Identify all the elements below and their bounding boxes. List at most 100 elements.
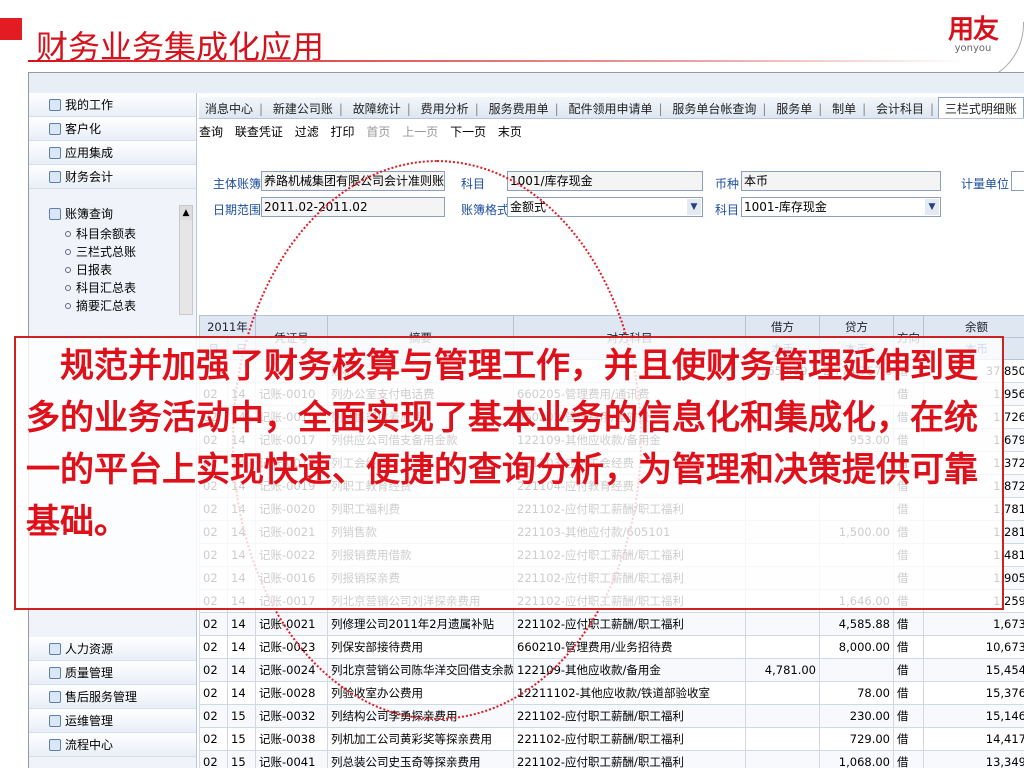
last-page-button[interactable]: 末页 (498, 121, 522, 143)
nav-item-hr[interactable]: 人力资源 (29, 637, 196, 661)
table-row[interactable]: 02 15 记账-0038 列机加工公司黄彩奖等探亲费用 221102-应付职工薪酬/职… (199, 727, 1024, 751)
unit-field[interactable] (1011, 171, 1024, 191)
tree-item-label: 三栏式总账 (76, 245, 137, 259)
cell-counter-account: 221102-应付职工薪酬/职工福利 (513, 727, 746, 751)
prev-page-button[interactable]: 上一页 (402, 121, 438, 143)
cell-debit (745, 612, 820, 636)
title-marker (0, 18, 22, 40)
nav-item-after-sales[interactable]: 售后服务管理 (29, 685, 196, 709)
callout-text: 规范并加强了财务核算与管理工作，并且使财务管理延伸到更多的业务活动中，全面实现了… (26, 346, 978, 542)
credit-header[interactable]: 贷方 (819, 315, 894, 338)
cell-voucher: 记账-0028 (255, 681, 328, 705)
tab-cost-analysis[interactable]: 费用分析 (415, 98, 475, 118)
tree-item-daily-report[interactable]: 日报表 (29, 261, 179, 279)
cell-direction: 借 (893, 635, 924, 659)
cell-debit (745, 750, 820, 768)
cell-debit: 4,781.00 (745, 658, 820, 682)
tab-fault-stats[interactable]: 故障统计 (347, 98, 407, 118)
tree-bullet-icon (65, 249, 71, 255)
cell-debit (745, 704, 820, 728)
folder-icon (49, 667, 61, 679)
cell-month: 02 (199, 635, 228, 659)
view-voucher-button[interactable]: 联查凭证 (235, 121, 283, 143)
nav-item-app-integration[interactable]: 应用集成 (29, 141, 196, 165)
table-row[interactable]: 02 14 记账-0028 列验收室办公费用 12211102-其他应收款/铁道部验收室… (199, 681, 1024, 705)
query-button[interactable]: 查询 (199, 121, 223, 143)
cell-credit: 729.00 (819, 727, 894, 751)
currency-field[interactable]: 本币 (741, 171, 941, 191)
scroll-up-icon[interactable]: ▲ (180, 206, 192, 220)
table-row[interactable]: 02 15 记账-0041 列总装公司史玉奇等探亲费用 221102-应付职工薪酬/职工… (199, 750, 1024, 768)
tree-bullet-icon (65, 285, 71, 291)
nav-scrollbar[interactable]: ▲ (179, 205, 193, 315)
tab-voucher-entry[interactable]: 制单 (826, 98, 862, 118)
cell-month: 02 (199, 681, 228, 705)
debit-header[interactable]: 借方 (745, 315, 820, 338)
cell-day: 15 (227, 704, 256, 728)
cell-credit: 1,068.00 (819, 750, 894, 768)
print-button[interactable]: 打印 (331, 121, 355, 143)
cell-balance: 14,417 (923, 727, 1024, 751)
nav-item-label: 售后服务管理 (65, 690, 138, 704)
tab-service-order[interactable]: 服务单 (770, 98, 818, 118)
tree-item-ledger-query[interactable]: 账簿查询 (29, 205, 179, 223)
cell-day: 14 (227, 658, 256, 682)
nav-item-label: 流程中心 (65, 738, 114, 752)
nav-item-customization[interactable]: 客户化 (29, 117, 196, 141)
cell-credit: 230.00 (819, 704, 894, 728)
subject2-select[interactable]: 1001-库存现金 ▼ (741, 197, 941, 217)
tree-item-label: 科目汇总表 (76, 281, 137, 295)
cell-debit (745, 635, 820, 659)
cell-direction: 借 (893, 750, 924, 768)
subject-field[interactable]: 1001/库存现金 (507, 171, 703, 191)
nav-item-operations[interactable]: 运维管理 (29, 709, 196, 733)
tree-bullet-icon (65, 267, 71, 273)
currency-label: 币种 (715, 177, 740, 191)
nav-item-label: 质量管理 (65, 666, 114, 680)
nav-item-quality[interactable]: 质量管理 (29, 661, 196, 685)
cell-direction: 借 (893, 681, 924, 705)
tab-accounting-subject[interactable]: 会计科目 (870, 98, 930, 118)
cell-month: 02 (199, 612, 228, 636)
tree-item-balance-sheet[interactable]: 科目余额表 (29, 225, 179, 243)
cell-day: 15 (227, 750, 256, 768)
cell-counter-account: 12211102-其他应收款/铁道部验收室 (513, 681, 746, 705)
tree-bullet-icon (65, 303, 71, 309)
nav-item-finance[interactable]: 财务会计 (29, 165, 196, 189)
cell-summary: 列总装公司史玉奇等探亲费用 (327, 750, 514, 768)
nav-item-label: 我的工作 (65, 98, 114, 112)
nav-item-my-work[interactable]: 我的工作 (29, 93, 196, 117)
cell-direction: 借 (893, 704, 924, 728)
cell-month: 02 (199, 658, 228, 682)
tab-three-column-detail[interactable]: 三栏式明细账 (937, 97, 1024, 118)
tab-message-center[interactable]: 消息中心 (199, 98, 259, 118)
cell-direction: 借 (893, 727, 924, 751)
cell-day: 14 (227, 681, 256, 705)
nav-item-process-center[interactable]: 流程中心 (29, 733, 196, 757)
cell-counter-account: 221102-应付职工薪酬/职工福利 (513, 750, 746, 768)
cell-counter-account: 221102-应付职工薪酬/职工福利 (513, 704, 746, 728)
tree-item-three-column-ledger[interactable]: 三栏式总账 (29, 243, 179, 261)
tree-item-abstract-summary[interactable]: 摘要汇总表 (29, 297, 179, 315)
next-page-button[interactable]: 下一页 (450, 121, 486, 143)
tab-service-ledger-query[interactable]: 服务单台帐查询 (666, 98, 762, 118)
cell-credit: 78.00 (819, 681, 894, 705)
tab-new-company-ledger[interactable]: 新建公司账 (267, 98, 339, 118)
folder-icon (49, 123, 61, 135)
first-page-button[interactable]: 首页 (366, 121, 390, 143)
nav-item-label: 客户化 (65, 122, 102, 136)
cell-day: 15 (227, 727, 256, 751)
tree-item-subject-summary[interactable]: 科目汇总表 (29, 279, 179, 297)
folder-icon (49, 147, 61, 159)
callout-box: 规范并加强了财务核算与管理工作，并且使财务管理延伸到更多的业务活动中，全面实现了… (14, 336, 1004, 610)
tab-service-fee[interactable]: 服务费用单 (483, 98, 555, 118)
folder-icon (49, 99, 61, 111)
cell-direction: 借 (893, 612, 924, 636)
cell-balance: 1,673 (923, 612, 1024, 636)
chevron-down-icon[interactable]: ▼ (925, 199, 939, 215)
tab-parts-request[interactable]: 配件领用申请单 (562, 98, 658, 118)
table-row[interactable]: 02 15 记账-0032 列结构公司李勇探亲费用 221102-应付职工薪酬/职工福利… (199, 704, 1024, 728)
balance-header[interactable]: 余额 (923, 315, 1024, 338)
filter-button[interactable]: 过滤 (295, 121, 319, 143)
chevron-down-icon[interactable]: ▼ (687, 199, 701, 215)
